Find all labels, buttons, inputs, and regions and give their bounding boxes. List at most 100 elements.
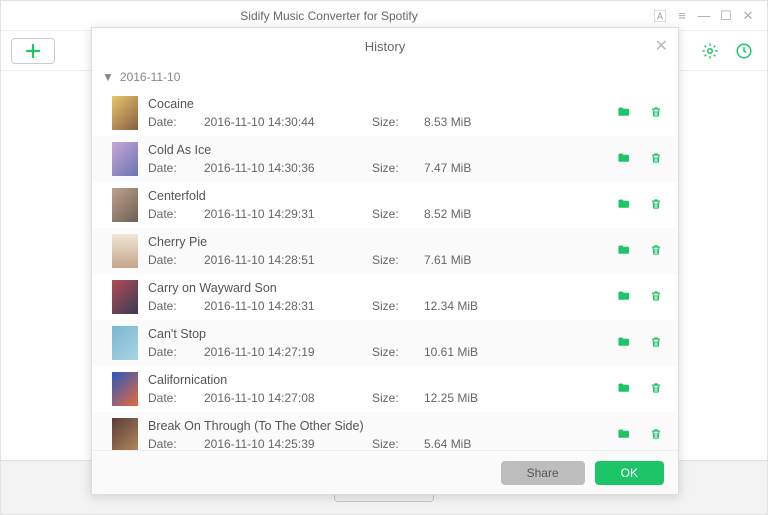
delete-button[interactable]	[648, 197, 664, 214]
track-name: Cold As Ice	[148, 143, 606, 157]
row-actions	[616, 427, 664, 444]
track-name: Californication	[148, 373, 606, 387]
row-actions	[616, 105, 664, 122]
track-name: Centerfold	[148, 189, 606, 203]
delete-button[interactable]	[648, 151, 664, 168]
album-cover	[112, 280, 138, 314]
delete-button[interactable]	[648, 243, 664, 260]
date-value: 2016-11-10 14:27:19	[204, 345, 354, 359]
add-button[interactable]	[11, 38, 55, 64]
row-actions	[616, 243, 664, 260]
open-folder-button[interactable]	[616, 105, 632, 122]
key-icon[interactable]: 🄰	[649, 5, 671, 27]
delete-icon	[648, 151, 664, 165]
track-info: CocaineDate:2016-11-10 14:30:44Size:8.53…	[148, 97, 606, 129]
delete-button[interactable]	[648, 427, 664, 444]
album-cover	[112, 372, 138, 406]
clock-icon	[735, 42, 753, 60]
window-title: Sidify Music Converter for Spotify	[9, 9, 649, 23]
settings-button[interactable]	[697, 38, 723, 64]
album-cover	[112, 234, 138, 268]
folder-icon	[616, 289, 632, 303]
history-row[interactable]: Californication Date:2016-11-10 14:27:08S…	[92, 366, 678, 412]
ok-button[interactable]: OK	[595, 461, 664, 485]
row-actions	[616, 197, 664, 214]
open-folder-button[interactable]	[616, 381, 632, 398]
track-meta: Date:2016-11-10 14:27:08Size:12.25 MiB	[148, 391, 606, 405]
row-actions	[616, 151, 664, 168]
size-value: 8.53 MiB	[424, 115, 471, 129]
date-label: Date:	[148, 253, 186, 267]
history-row[interactable]: Cold As IceDate:2016-11-10 14:30:36Size:…	[92, 136, 678, 182]
share-button[interactable]: Share	[501, 461, 585, 485]
delete-icon	[648, 381, 664, 395]
date-value: 2016-11-10 14:25:39	[204, 437, 354, 450]
row-actions	[616, 381, 664, 398]
date-value: 2016-11-10 14:30:36	[204, 161, 354, 175]
history-row[interactable]: Break On Through (To The Other Side)Date…	[92, 412, 678, 450]
minimize-icon[interactable]: —	[693, 5, 715, 27]
open-folder-button[interactable]	[616, 243, 632, 260]
dialog-header: History ✕	[92, 28, 678, 64]
delete-button[interactable]	[648, 105, 664, 122]
history-row[interactable]: Cherry PieDate:2016-11-10 14:28:51Size:7…	[92, 228, 678, 274]
size-value: 12.25 MiB	[424, 391, 478, 405]
track-info: Californication Date:2016-11-10 14:27:08S…	[148, 373, 606, 405]
track-info: CenterfoldDate:2016-11-10 14:29:31Size:8…	[148, 189, 606, 221]
date-label: Date:	[148, 437, 186, 450]
track-info: Can't StopDate:2016-11-10 14:27:19Size:1…	[148, 327, 606, 359]
plus-icon	[24, 42, 42, 60]
size-value: 7.47 MiB	[424, 161, 471, 175]
folder-icon	[616, 105, 632, 119]
size-label: Size:	[372, 253, 406, 267]
track-name: Cherry Pie	[148, 235, 606, 249]
history-list[interactable]: CocaineDate:2016-11-10 14:30:44Size:8.53…	[92, 90, 678, 450]
track-info: Carry on Wayward Son Date:2016-11-10 14:2…	[148, 281, 606, 313]
date-label: Date:	[148, 161, 186, 175]
delete-button[interactable]	[648, 381, 664, 398]
row-actions	[616, 335, 664, 352]
history-dialog: History ✕ ▼ 2016-11-10 CocaineDate:2016-…	[91, 27, 679, 495]
folder-icon	[616, 197, 632, 211]
track-meta: Date:2016-11-10 14:25:39Size:5.64 MiB	[148, 437, 606, 450]
maximize-icon[interactable]: ☐	[715, 5, 737, 27]
album-cover	[112, 96, 138, 130]
size-label: Size:	[372, 345, 406, 359]
open-folder-button[interactable]	[616, 427, 632, 444]
history-button[interactable]	[731, 38, 757, 64]
delete-button[interactable]	[648, 289, 664, 306]
open-folder-button[interactable]	[616, 335, 632, 352]
row-actions	[616, 289, 664, 306]
folder-icon	[616, 427, 632, 441]
date-label: Date:	[148, 391, 186, 405]
close-window-icon[interactable]: ✕	[737, 5, 759, 27]
open-folder-button[interactable]	[616, 289, 632, 306]
history-row[interactable]: Can't StopDate:2016-11-10 14:27:19Size:1…	[92, 320, 678, 366]
delete-icon	[648, 197, 664, 211]
open-folder-button[interactable]	[616, 151, 632, 168]
close-dialog-button[interactable]: ✕	[655, 36, 668, 56]
gear-icon	[701, 42, 719, 60]
track-info: Cherry PieDate:2016-11-10 14:28:51Size:7…	[148, 235, 606, 267]
track-name: Can't Stop	[148, 327, 606, 341]
menu-icon[interactable]: ≡	[671, 5, 693, 27]
date-group-header[interactable]: ▼ 2016-11-10	[92, 64, 678, 90]
album-cover	[112, 418, 138, 450]
album-cover	[112, 188, 138, 222]
track-meta: Date:2016-11-10 14:28:31Size:12.34 MiB	[148, 299, 606, 313]
group-date: 2016-11-10	[120, 70, 181, 84]
dialog-footer: Share OK	[92, 450, 678, 494]
track-name: Carry on Wayward Son	[148, 281, 606, 295]
history-row[interactable]: Carry on Wayward Son Date:2016-11-10 14:2…	[92, 274, 678, 320]
open-folder-button[interactable]	[616, 197, 632, 214]
track-meta: Date:2016-11-10 14:27:19Size:10.61 MiB	[148, 345, 606, 359]
delete-button[interactable]	[648, 335, 664, 352]
date-value: 2016-11-10 14:28:31	[204, 299, 354, 313]
delete-icon	[648, 105, 664, 119]
track-info: Break On Through (To The Other Side)Date…	[148, 419, 606, 450]
delete-icon	[648, 289, 664, 303]
history-row[interactable]: CenterfoldDate:2016-11-10 14:29:31Size:8…	[92, 182, 678, 228]
date-value: 2016-11-10 14:30:44	[204, 115, 354, 129]
size-value: 5.64 MiB	[424, 437, 471, 450]
history-row[interactable]: CocaineDate:2016-11-10 14:30:44Size:8.53…	[92, 90, 678, 136]
